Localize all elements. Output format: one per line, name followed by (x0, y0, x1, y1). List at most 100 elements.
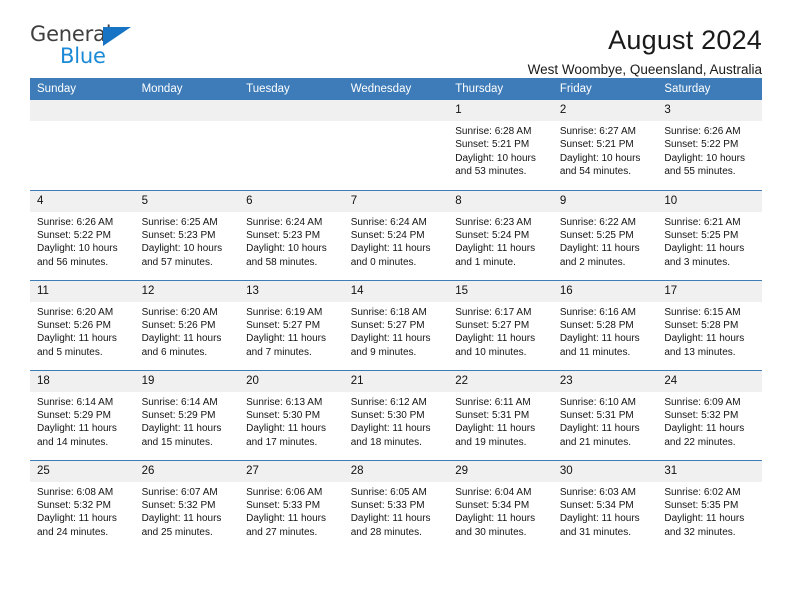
daylight-text-line1: Daylight: 11 hours (350, 513, 431, 525)
calendar-cell-day-20[interactable]: 20 Sunrise: 6:13 AM Sunset: 5:30 PM Dayligh… (239, 369, 344, 460)
day-number: 27 (239, 460, 344, 482)
calendar-cell-day-10[interactable]: 10 Sunrise: 6:21 AM Sunset: 5:25 PM Dayligh… (657, 189, 762, 280)
day-details: Sunrise: 6:18 AM Sunset: 5:27 PM Daylight:… (344, 302, 449, 360)
calendar-cell-day-7[interactable]: 7 Sunrise: 6:24 AM Sunset: 5:24 PM Daylight… (343, 189, 449, 280)
sunset-text: Sunset: 5:28 PM (664, 319, 739, 331)
day-details: Sunrise: 6:21 AM Sunset: 5:25 PM Daylight:… (657, 212, 762, 270)
day-number: 30 (552, 460, 658, 482)
calendar-cell-day-23[interactable]: 23 Sunrise: 6:10 AM Sunset: 5:31 PM Dayligh… (552, 369, 658, 460)
daylight-text-line2: and 53 minutes. (455, 166, 527, 178)
day-number: 14 (343, 280, 449, 302)
weekday-header-wednesday: Wednesday (343, 78, 449, 100)
sunset-text: Sunset: 5:35 PM (664, 499, 739, 511)
day-details: Sunrise: 6:16 AM Sunset: 5:28 PM Daylight:… (553, 302, 658, 360)
calendar-cell-day-30[interactable]: 30 Sunrise: 6:03 AM Sunset: 5:34 PM Dayligh… (552, 459, 658, 550)
calendar-cell-empty (239, 100, 344, 190)
calendar-cell-day-14[interactable]: 14 Sunrise: 6:18 AM Sunset: 5:27 PM Dayligh… (343, 279, 449, 370)
calendar-cell-day-25[interactable]: 25 Sunrise: 6:08 AM Sunset: 5:32 PM Dayligh… (30, 459, 135, 550)
day-number (239, 100, 344, 121)
daylight-text-line2: and 25 minutes. (141, 526, 213, 538)
calendar-cell-day-11[interactable]: 11 Sunrise: 6:20 AM Sunset: 5:26 PM Dayligh… (30, 279, 135, 370)
calendar-cell-day-31[interactable]: 31 Sunrise: 6:02 AM Sunset: 5:35 PM Dayligh… (657, 459, 762, 550)
calendar-cell-day-3[interactable]: 3 Sunrise: 6:26 AM Sunset: 5:22 PM Daylight… (657, 100, 762, 190)
sunset-text: Sunset: 5:21 PM (455, 139, 530, 151)
calendar-cell-day-8[interactable]: 8 Sunrise: 6:23 AM Sunset: 5:24 PM Daylight… (448, 189, 553, 280)
day-details: Sunrise: 6:26 AM Sunset: 5:22 PM Daylight:… (657, 121, 762, 179)
daylight-text-line2: and 54 minutes. (559, 166, 631, 178)
sunrise-text: Sunrise: 6:03 AM (559, 486, 636, 498)
day-details: Sunrise: 6:24 AM Sunset: 5:23 PM Daylight:… (239, 212, 344, 270)
sunrise-text: Sunrise: 6:24 AM (246, 216, 323, 228)
daylight-text-line2: and 55 minutes. (664, 166, 736, 178)
calendar-cell-day-5[interactable]: 5 Sunrise: 6:25 AM Sunset: 5:23 PM Daylight… (134, 189, 240, 280)
day-number: 31 (657, 460, 762, 482)
calendar-cell-day-1[interactable]: 1 Sunrise: 6:28 AM Sunset: 5:21 PM Daylight… (448, 100, 553, 190)
day-details: Sunrise: 6:03 AM Sunset: 5:34 PM Daylight:… (553, 482, 658, 540)
calendar-cell-day-22[interactable]: 22 Sunrise: 6:11 AM Sunset: 5:31 PM Dayligh… (448, 369, 553, 460)
daylight-text-line2: and 10 minutes. (455, 346, 527, 358)
calendar-cell-day-15[interactable]: 15 Sunrise: 6:17 AM Sunset: 5:27 PM Dayligh… (448, 279, 553, 370)
calendar-cell-day-26[interactable]: 26 Sunrise: 6:07 AM Sunset: 5:32 PM Dayligh… (134, 459, 240, 550)
calendar-cell-day-9[interactable]: 9 Sunrise: 6:22 AM Sunset: 5:25 PM Daylight… (552, 189, 658, 280)
daylight-text-line2: and 0 minutes. (350, 256, 417, 268)
day-details: Sunrise: 6:07 AM Sunset: 5:32 PM Daylight:… (135, 482, 240, 540)
calendar-week-row: 1 Sunrise: 6:28 AM Sunset: 5:21 PM Daylight… (30, 100, 762, 190)
day-number: 17 (657, 280, 762, 302)
calendar-cell-day-12[interactable]: 12 Sunrise: 6:20 AM Sunset: 5:26 PM Dayligh… (134, 279, 240, 370)
calendar-cell-day-2[interactable]: 2 Sunrise: 6:27 AM Sunset: 5:21 PM Daylight… (552, 100, 658, 190)
day-details: Sunrise: 6:23 AM Sunset: 5:24 PM Daylight:… (448, 212, 553, 270)
day-details: Sunrise: 6:24 AM Sunset: 5:24 PM Daylight:… (344, 212, 449, 270)
calendar-table: Sunday Monday Tuesday Wednesday Thursday… (30, 78, 762, 550)
day-details: Sunrise: 6:17 AM Sunset: 5:27 PM Daylight:… (448, 302, 553, 360)
day-number: 24 (657, 370, 762, 392)
daylight-text-line2: and 15 minutes. (141, 436, 213, 448)
sunset-text: Sunset: 5:27 PM (246, 319, 321, 331)
day-number: 22 (448, 370, 553, 392)
daylight-text-line2: and 27 minutes. (246, 526, 318, 538)
calendar-cell-day-28[interactable]: 28 Sunrise: 6:05 AM Sunset: 5:33 PM Dayligh… (343, 459, 449, 550)
day-number: 4 (30, 190, 135, 212)
calendar-cell-day-29[interactable]: 29 Sunrise: 6:04 AM Sunset: 5:34 PM Dayligh… (448, 459, 553, 550)
logo-triangle-icon (103, 27, 131, 46)
day-number (30, 100, 135, 121)
calendar-cell-day-18[interactable]: 18 Sunrise: 6:14 AM Sunset: 5:29 PM Dayligh… (30, 369, 135, 460)
calendar-cell-day-16[interactable]: 16 Sunrise: 6:16 AM Sunset: 5:28 PM Dayligh… (552, 279, 658, 370)
day-number: 26 (134, 460, 240, 482)
calendar-cell-day-4[interactable]: 4 Sunrise: 6:26 AM Sunset: 5:22 PM Daylight… (30, 189, 135, 280)
day-number: 12 (134, 280, 240, 302)
day-details: Sunrise: 6:19 AM Sunset: 5:27 PM Daylight:… (239, 302, 344, 360)
daylight-text-line2: and 17 minutes. (246, 436, 318, 448)
sunset-text: Sunset: 5:23 PM (246, 229, 321, 241)
day-number: 18 (30, 370, 135, 392)
calendar-cell-day-19[interactable]: 19 Sunrise: 6:14 AM Sunset: 5:29 PM Dayligh… (134, 369, 240, 460)
daylight-text-line1: Daylight: 11 hours (350, 333, 431, 345)
calendar-cell-day-27[interactable]: 27 Sunrise: 6:06 AM Sunset: 5:33 PM Dayligh… (239, 459, 344, 550)
daylight-text-line1: Daylight: 11 hours (559, 513, 640, 525)
calendar-cell-day-6[interactable]: 6 Sunrise: 6:24 AM Sunset: 5:23 PM Daylight… (239, 189, 344, 280)
sunset-text: Sunset: 5:32 PM (37, 499, 111, 511)
day-number: 15 (448, 280, 553, 302)
daylight-text-line1: Daylight: 11 hours (141, 423, 222, 435)
calendar-cell-day-17[interactable]: 17 Sunrise: 6:15 AM Sunset: 5:28 PM Dayligh… (657, 279, 762, 370)
daylight-text-line1: Daylight: 11 hours (559, 243, 640, 255)
calendar-body: 1 Sunrise: 6:28 AM Sunset: 5:21 PM Daylight… (30, 100, 762, 550)
sunrise-text: Sunrise: 6:26 AM (664, 126, 741, 137)
sunrise-text: Sunrise: 6:08 AM (37, 486, 114, 498)
calendar-cell-day-24[interactable]: 24 Sunrise: 6:09 AM Sunset: 5:32 PM Dayligh… (657, 369, 762, 460)
calendar-cell-day-13[interactable]: 13 Sunrise: 6:19 AM Sunset: 5:27 PM Dayligh… (239, 279, 344, 370)
daylight-text-line2: and 21 minutes. (559, 436, 631, 448)
generalblue-logo[interactable]: General Blue (30, 22, 150, 74)
sunrise-text: Sunrise: 6:17 AM (455, 306, 532, 318)
sunrise-text: Sunrise: 6:11 AM (455, 396, 531, 408)
daylight-text-line2: and 2 minutes. (559, 256, 626, 268)
sunrise-text: Sunrise: 6:15 AM (664, 306, 741, 318)
daylight-text-line2: and 5 minutes. (37, 346, 103, 358)
sunset-text: Sunset: 5:30 PM (246, 409, 321, 421)
daylight-text-line1: Daylight: 11 hours (664, 333, 745, 345)
calendar-cell-day-21[interactable]: 21 Sunrise: 6:12 AM Sunset: 5:30 PM Dayligh… (343, 369, 449, 460)
day-details: Sunrise: 6:28 AM Sunset: 5:21 PM Daylight:… (448, 121, 553, 179)
calendar-week-row: 4 Sunrise: 6:26 AM Sunset: 5:22 PM Daylight… (30, 189, 762, 280)
daylight-text-line2: and 32 minutes. (664, 526, 736, 538)
sunrise-text: Sunrise: 6:28 AM (455, 126, 532, 137)
sunrise-text: Sunrise: 6:18 AM (350, 306, 427, 318)
